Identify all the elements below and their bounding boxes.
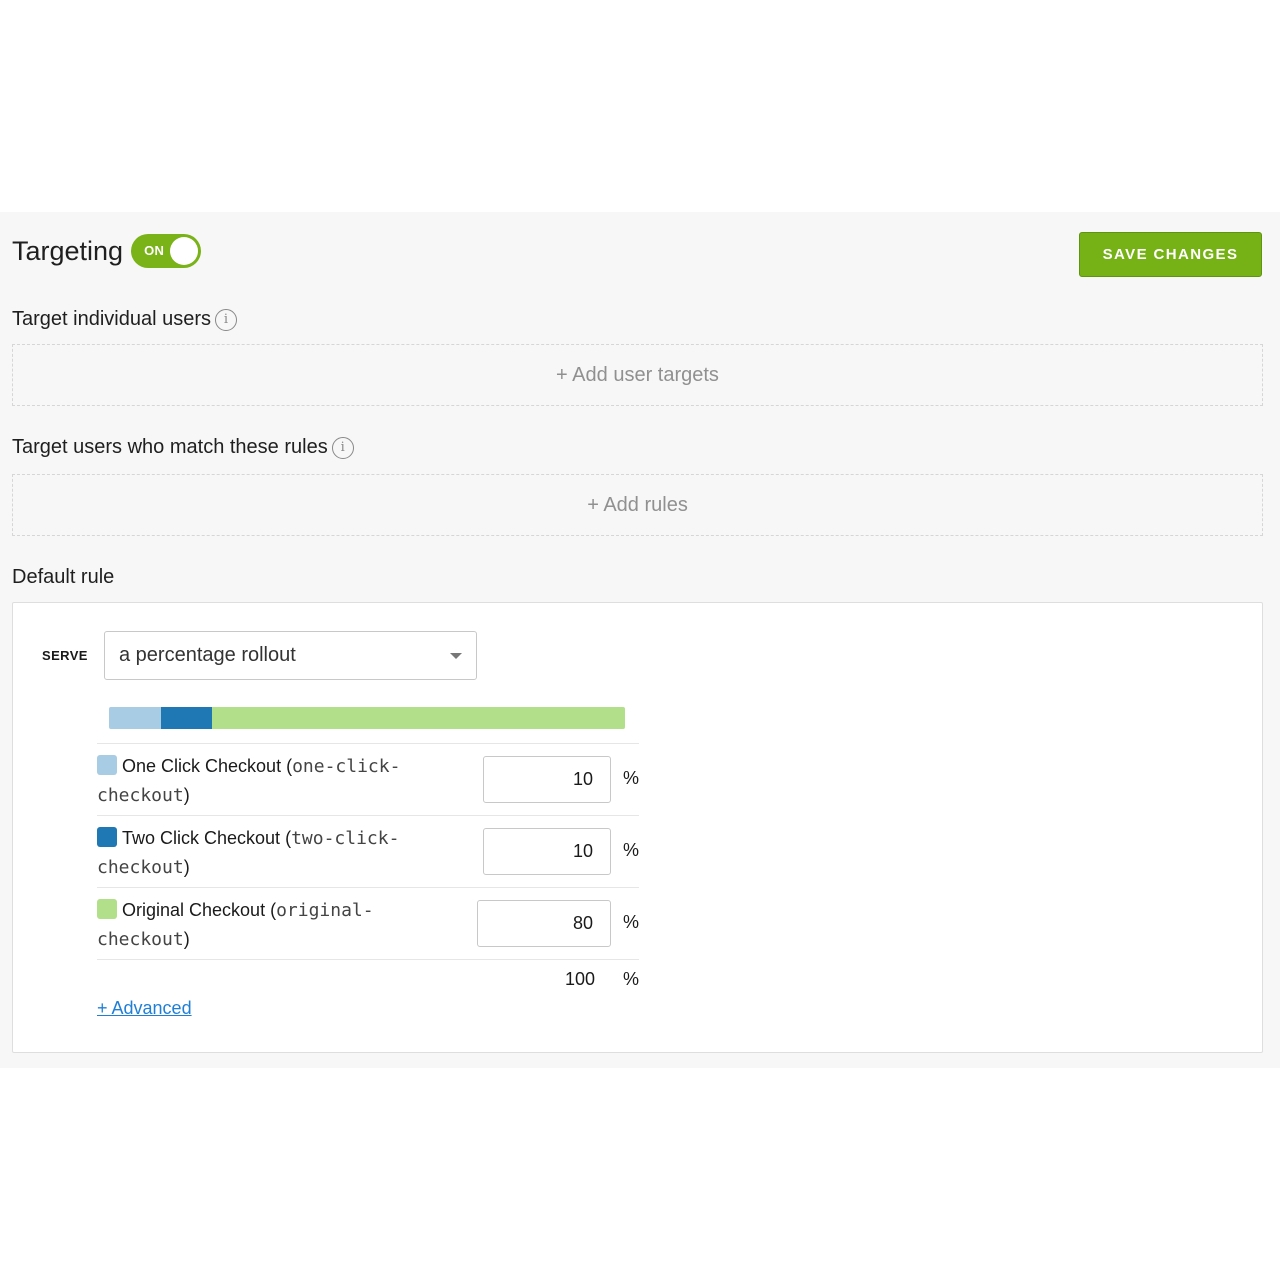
serve-select-value: a percentage rollout — [119, 644, 296, 666]
advanced-link[interactable]: + Advanced — [97, 998, 192, 1019]
default-rule-box: SERVE a percentage rollout One Click Che… — [12, 602, 1263, 1053]
variation-list: One Click Checkout (one-click-checkout) … — [97, 743, 639, 995]
toggle-label: ON — [144, 243, 165, 258]
percent-symbol: % — [622, 768, 639, 788]
percent-symbol: % — [622, 912, 639, 932]
variation-key-end: checkout — [97, 857, 184, 878]
rollout-distribution-bar — [109, 707, 625, 729]
variation-row: Two Click Checkout (two-click-checkout) … — [97, 815, 639, 887]
variation-key-start: one-click- — [292, 756, 401, 777]
variation-row: Original Checkout (original-checkout) 80… — [97, 887, 639, 959]
variation-name: Two Click Checkout — [122, 828, 281, 848]
variation-color-swatch — [97, 755, 117, 775]
individual-users-label: Target individual users — [12, 308, 211, 330]
info-icon[interactable]: i — [215, 308, 237, 331]
variation-color-swatch — [97, 899, 117, 919]
variation-color-swatch — [97, 827, 117, 847]
variation-label: Original Checkout (original-checkout) — [97, 899, 374, 950]
targeting-panel: Targeting ON SAVE CHANGES Target individ… — [0, 212, 1280, 1068]
targeting-toggle[interactable]: ON — [131, 234, 202, 268]
toggle-knob — [170, 237, 199, 265]
serve-select[interactable]: a percentage rollout — [104, 631, 477, 680]
chevron-down-icon — [450, 653, 462, 659]
add-rules-button[interactable]: + Add rules — [12, 474, 1263, 536]
variation-key-end: checkout — [97, 929, 184, 950]
add-user-targets-button[interactable]: + Add user targets — [12, 344, 1263, 406]
total-percent-value: 100 — [564, 969, 595, 989]
rollout-bar-segment — [160, 707, 213, 729]
variation-name: One Click Checkout — [122, 756, 282, 776]
targeting-header: Targeting ON — [12, 234, 202, 268]
variation-label: Two Click Checkout (two-click-checkout) — [97, 827, 400, 878]
variation-name: Original Checkout — [122, 900, 266, 920]
info-icon[interactable]: i — [331, 436, 354, 459]
variation-key-end: checkout — [97, 785, 184, 806]
rules-heading: Target users who match these rules i — [12, 436, 354, 459]
rollout-bar-segment — [212, 707, 625, 729]
percent-symbol: % — [622, 840, 639, 860]
variation-percent-input[interactable]: 80 — [477, 900, 611, 947]
total-row: 100 % — [97, 959, 639, 995]
variation-percent-input[interactable]: 10 — [483, 828, 611, 875]
variation-key-start: original- — [276, 900, 374, 921]
variation-label: One Click Checkout (one-click-checkout) — [97, 755, 401, 806]
rollout-bar-segment — [109, 707, 161, 729]
serve-label: SERVE — [42, 648, 88, 663]
rules-label: Target users who match these rules — [12, 436, 328, 458]
default-rule-heading: Default rule — [12, 566, 115, 588]
variation-row: One Click Checkout (one-click-checkout) … — [97, 743, 639, 815]
percent-symbol: % — [622, 969, 639, 989]
variation-key-start: two-click- — [291, 828, 400, 849]
variation-percent-input[interactable]: 10 — [483, 756, 611, 803]
page-title: Targeting — [12, 235, 124, 266]
individual-users-heading: Target individual users i — [12, 308, 237, 331]
save-changes-button[interactable]: SAVE CHANGES — [1079, 232, 1262, 277]
